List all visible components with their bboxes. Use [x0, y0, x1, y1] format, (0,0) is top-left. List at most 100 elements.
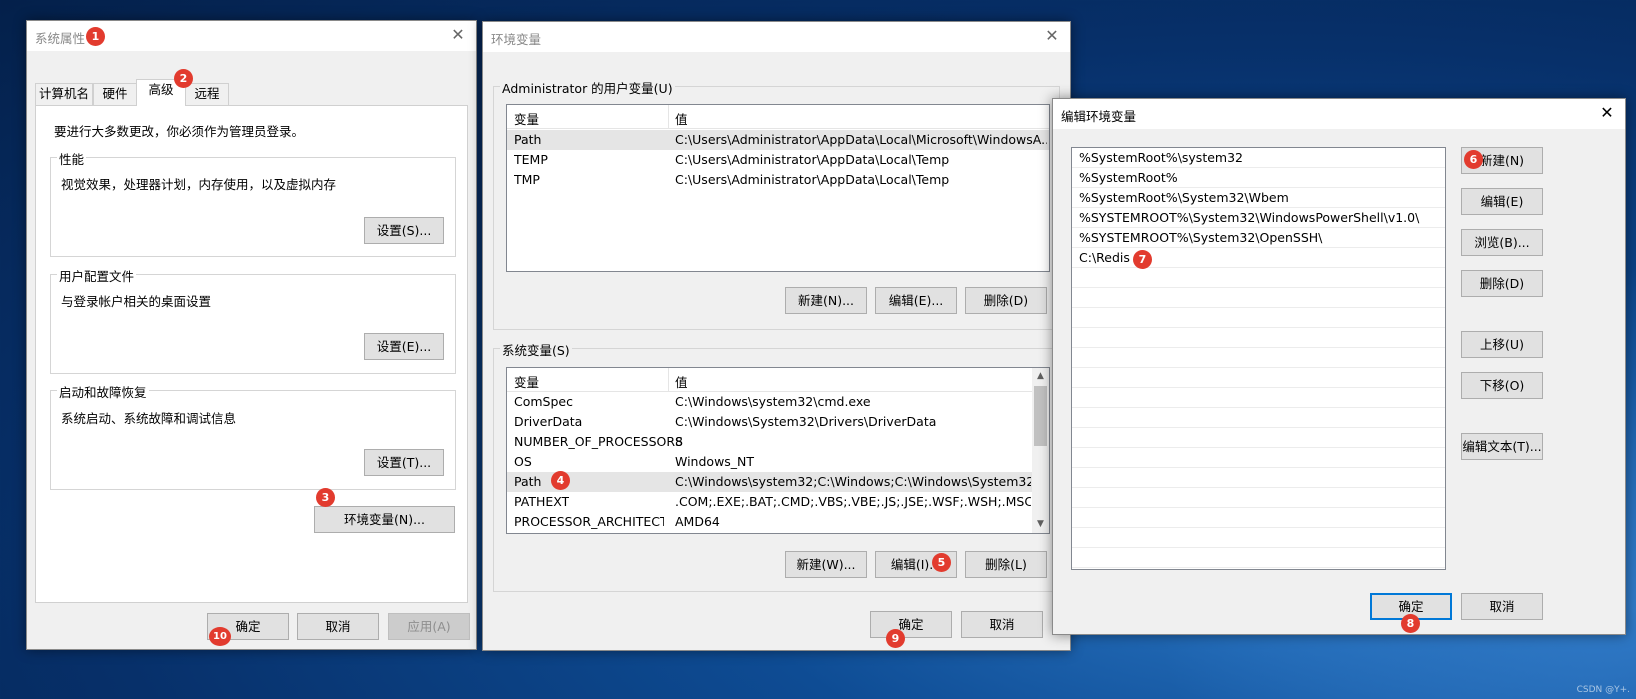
close-icon[interactable]: ✕ — [1595, 101, 1619, 125]
path-entry: %SystemRoot% — [1079, 170, 1178, 185]
edit-environment-variable-dialog: 编辑环境变量 ✕ %SystemRoot%\system32 %SystemRo… — [1052, 98, 1626, 635]
environment-variables-button[interactable]: 环境变量(N)... — [314, 506, 455, 533]
performance-group: 性能 视觉效果，处理器计划，内存使用，以及虚拟内存 设置(S)... — [50, 149, 456, 257]
delete-entry-button[interactable]: 删除(D) — [1461, 270, 1543, 297]
column-value[interactable]: 值 — [675, 109, 688, 128]
variable-value: C:\Users\Administrator\AppData\Local\Tem… — [675, 152, 950, 167]
empty-row[interactable] — [1072, 508, 1445, 528]
list-item[interactable]: %SystemRoot%\System32\Wbem — [1072, 188, 1445, 208]
user-variables-legend: Administrator 的用户变量(U) — [500, 78, 675, 97]
system-new-button[interactable]: 新建(W)... — [785, 551, 867, 578]
column-divider[interactable] — [668, 105, 669, 129]
empty-row[interactable] — [1072, 368, 1445, 388]
close-icon[interactable]: ✕ — [446, 23, 470, 47]
table-row[interactable]: PATHEXT .COM;.EXE;.BAT;.CMD;.VBS;.VBE;.J… — [507, 492, 1049, 512]
empty-row[interactable] — [1072, 308, 1445, 328]
column-variable[interactable]: 变量 — [514, 109, 539, 128]
variable-value: C:\Users\Administrator\AppData\Local\Mic… — [675, 132, 1047, 147]
table-row[interactable]: PROCESSOR_ARCHITECT... AMD64 — [507, 512, 1049, 532]
system-delete-button[interactable]: 删除(L) — [965, 551, 1047, 578]
empty-row[interactable] — [1072, 328, 1445, 348]
cancel-button[interactable]: 取消 — [297, 613, 379, 640]
close-icon[interactable]: ✕ — [1040, 24, 1064, 48]
title-bar[interactable]: 环境变量 ✕ — [483, 22, 1070, 52]
scrollbar-thumb[interactable] — [1034, 386, 1047, 446]
move-up-button[interactable]: 上移(U) — [1461, 331, 1543, 358]
step-marker-6: 6 — [1464, 150, 1483, 169]
performance-description: 视觉效果，处理器计划，内存使用，以及虚拟内存 — [61, 177, 337, 192]
dialog-title: 系统属性 — [35, 31, 86, 46]
step-marker-7: 7 — [1133, 250, 1152, 269]
empty-row[interactable] — [1072, 428, 1445, 448]
table-row[interactable]: Path C:\Users\Administrator\AppData\Loca… — [507, 130, 1049, 150]
step-marker-8: 8 — [1401, 614, 1420, 633]
list-header: 变量 值 — [507, 105, 1049, 129]
empty-row[interactable] — [1072, 448, 1445, 468]
variable-name: DriverData — [514, 414, 583, 429]
path-entry: %SystemRoot%\System32\Wbem — [1079, 190, 1289, 205]
title-bar[interactable]: 编辑环境变量 ✕ — [1053, 99, 1625, 129]
scrollbar[interactable]: ▲ ▼ — [1032, 368, 1049, 533]
empty-row[interactable] — [1072, 388, 1445, 408]
empty-row[interactable] — [1072, 408, 1445, 428]
table-row[interactable]: ComSpec C:\Windows\system32\cmd.exe — [507, 392, 1049, 412]
edit-entry-button[interactable]: 编辑(E) — [1461, 188, 1543, 215]
edit-text-button[interactable]: 编辑文本(T)... — [1461, 433, 1543, 460]
user-profiles-legend: 用户配置文件 — [57, 266, 137, 285]
column-divider[interactable] — [668, 368, 669, 392]
user-edit-button[interactable]: 编辑(E)... — [875, 287, 957, 314]
step-marker-9: 9 — [886, 629, 905, 648]
user-profiles-group: 用户配置文件 与登录帐户相关的桌面设置 设置(E)... — [50, 266, 456, 374]
variable-value: Windows_NT — [675, 454, 755, 469]
empty-row[interactable] — [1072, 548, 1445, 568]
cancel-button[interactable]: 取消 — [1461, 593, 1543, 620]
user-profiles-settings-button[interactable]: 设置(E)... — [364, 333, 444, 360]
variable-name: TMP — [514, 172, 540, 187]
tab-computer-name[interactable]: 计算机名 — [35, 83, 93, 105]
table-row[interactable]: TMP C:\Users\Administrator\AppData\Local… — [507, 170, 1049, 190]
table-row[interactable]: NUMBER_OF_PROCESSORS 8 — [507, 432, 1049, 452]
user-new-button[interactable]: 新建(N)... — [785, 287, 867, 314]
tab-remote[interactable]: 远程 — [185, 83, 229, 105]
tab-hardware[interactable]: 硬件 — [93, 83, 137, 105]
empty-row[interactable] — [1072, 468, 1445, 488]
column-variable[interactable]: 变量 — [514, 372, 539, 391]
startup-recovery-description: 系统启动、系统故障和调试信息 — [61, 411, 237, 426]
empty-row[interactable] — [1072, 268, 1445, 288]
table-row[interactable]: OS Windows_NT — [507, 452, 1049, 472]
user-delete-button[interactable]: 删除(D) — [965, 287, 1047, 314]
empty-row[interactable] — [1072, 488, 1445, 508]
path-entry: %SYSTEMROOT%\System32\OpenSSH\ — [1079, 230, 1323, 245]
list-item[interactable]: %SystemRoot%\system32 — [1072, 148, 1445, 168]
path-entries-list[interactable]: %SystemRoot%\system32 %SystemRoot% %Syst… — [1071, 147, 1446, 570]
empty-row[interactable] — [1072, 528, 1445, 548]
table-row[interactable]: Path C:\Windows\system32;C:\Windows;C:\W… — [507, 472, 1049, 492]
step-marker-2: 2 — [174, 69, 193, 88]
empty-row[interactable] — [1072, 288, 1445, 308]
startup-recovery-settings-button[interactable]: 设置(T)... — [364, 449, 444, 476]
cancel-button[interactable]: 取消 — [961, 611, 1043, 638]
empty-row[interactable] — [1072, 348, 1445, 368]
apply-button[interactable]: 应用(A) — [388, 613, 470, 640]
startup-recovery-legend: 启动和故障恢复 — [57, 382, 149, 401]
system-variables-list[interactable]: 变量 值 ComSpec C:\Windows\system32\cmd.exe… — [506, 367, 1050, 534]
path-entry: %SystemRoot%\system32 — [1079, 150, 1243, 165]
scroll-up-icon[interactable]: ▲ — [1032, 368, 1049, 385]
variable-value: .COM;.EXE;.BAT;.CMD;.VBS;.VBE;.JS;.JSE;.… — [675, 494, 1031, 509]
variable-value: C:\Windows\System32\Drivers\DriverData — [675, 414, 937, 429]
list-item[interactable]: %SystemRoot% — [1072, 168, 1445, 188]
table-row[interactable]: TEMP C:\Users\Administrator\AppData\Loca… — [507, 150, 1049, 170]
performance-settings-button[interactable]: 设置(S)... — [364, 217, 444, 244]
table-row[interactable]: DriverData C:\Windows\System32\Drivers\D… — [507, 412, 1049, 432]
scroll-down-icon[interactable]: ▼ — [1032, 516, 1049, 533]
list-item[interactable]: C:\Redis — [1072, 248, 1445, 268]
column-value[interactable]: 值 — [675, 372, 688, 391]
list-item[interactable]: %SYSTEMROOT%\System32\OpenSSH\ — [1072, 228, 1445, 248]
browse-button[interactable]: 浏览(B)... — [1461, 229, 1543, 256]
list-item[interactable]: %SYSTEMROOT%\System32\WindowsPowerShell\… — [1072, 208, 1445, 228]
user-variables-list[interactable]: 变量 值 Path C:\Users\Administrator\AppData… — [506, 104, 1050, 272]
variable-name: PATHEXT — [514, 494, 570, 509]
move-down-button[interactable]: 下移(O) — [1461, 372, 1543, 399]
path-entry: %SYSTEMROOT%\System32\WindowsPowerShell\… — [1079, 210, 1420, 225]
ok-button[interactable]: 确定 — [870, 611, 952, 638]
